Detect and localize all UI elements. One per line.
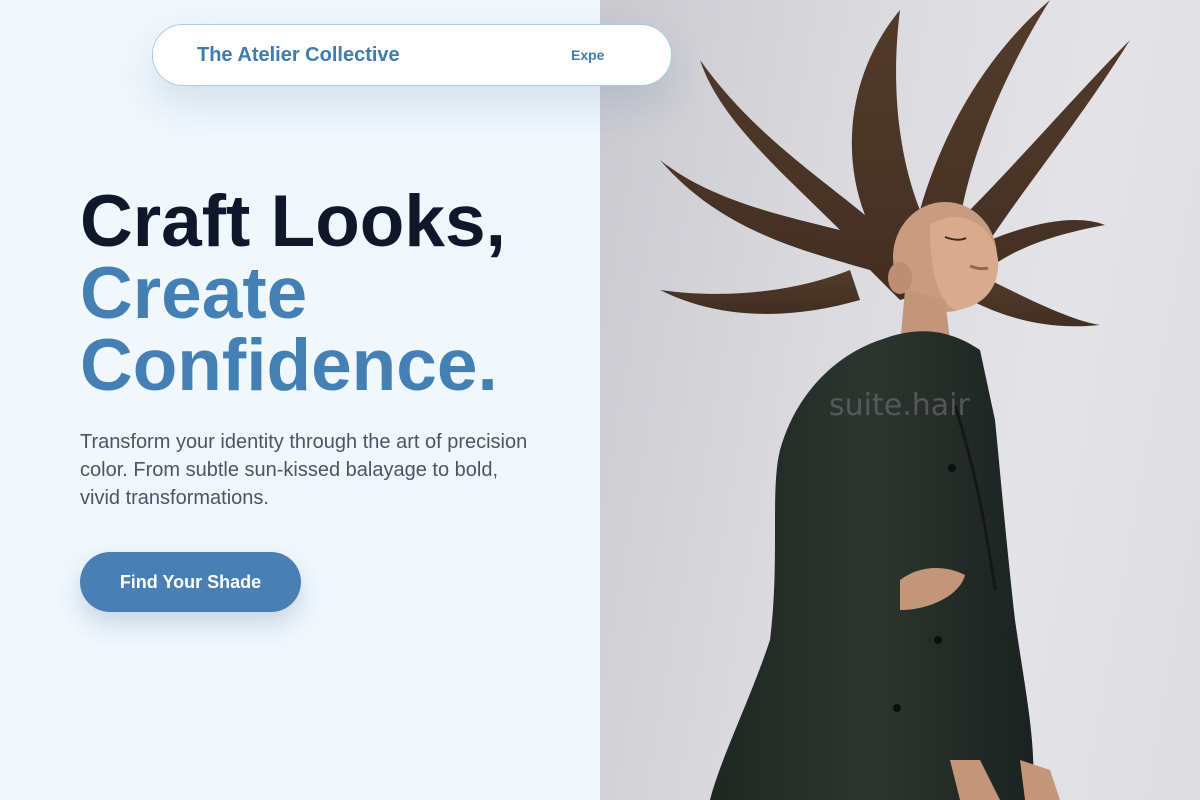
hero-left-pane: Craft Looks, Create Confidence. Transfor… bbox=[0, 0, 600, 800]
hero-title-line1: Craft Looks, bbox=[80, 181, 506, 262]
hero-title-line3: Confidence. bbox=[80, 325, 498, 406]
hero-title-line2: Create bbox=[80, 253, 308, 334]
nav-link-experience[interactable]: Expe bbox=[571, 47, 604, 63]
hero-title: Craft Looks, Create Confidence. bbox=[80, 181, 580, 406]
brand-logo-link[interactable]: The Atelier Collective bbox=[197, 44, 400, 67]
top-navbar: The Atelier Collective Expe bbox=[152, 24, 672, 86]
find-your-shade-button[interactable]: Find Your Shade bbox=[80, 552, 301, 612]
hero-photo: suite.hair bbox=[600, 0, 1200, 800]
photo-watermark: suite.hair bbox=[829, 388, 970, 423]
hero-description: Transform your identity through the art … bbox=[80, 431, 528, 509]
